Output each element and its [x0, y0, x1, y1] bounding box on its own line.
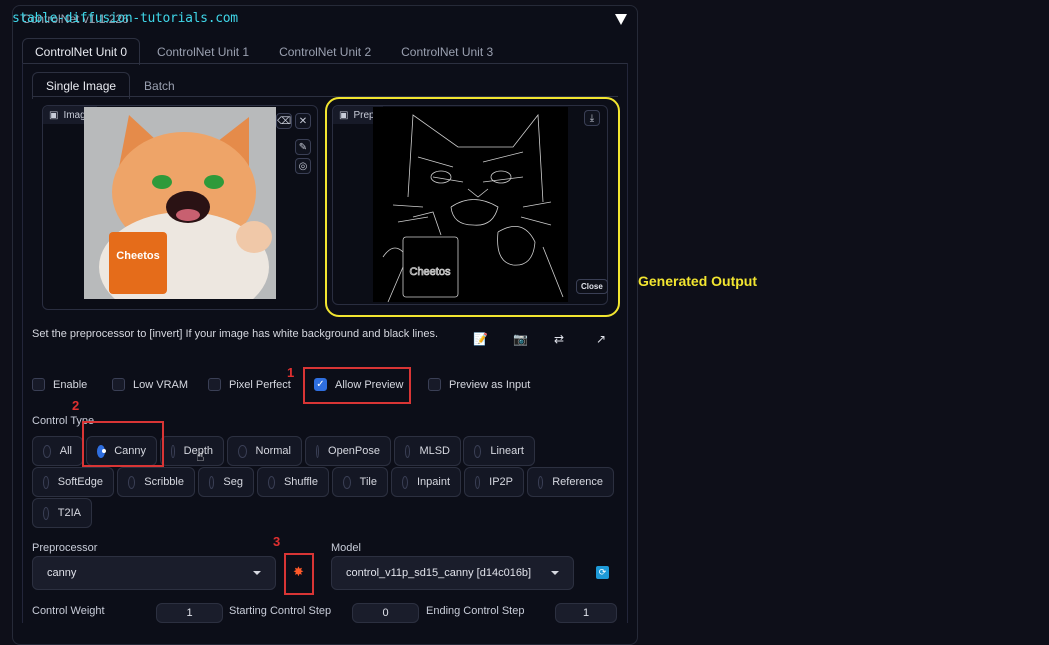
ending-step-input[interactable]: 1: [555, 603, 617, 623]
input-image-cat: Cheetos: [84, 107, 276, 299]
checkbox-box[interactable]: [32, 378, 45, 391]
control-weight-input[interactable]: 1: [156, 603, 223, 623]
radio-all[interactable]: All: [32, 436, 83, 466]
radio-inpaint[interactable]: Inpaint: [391, 467, 461, 497]
arrow-up-right-icon[interactable]: ↗: [596, 332, 606, 346]
watermark: stable-diffusion-tutorials.com: [12, 11, 238, 26]
tab-unit-1[interactable]: ControlNet Unit 1: [144, 38, 262, 65]
close-icon[interactable]: ✕: [295, 113, 311, 129]
eraser-icon[interactable]: ⌫: [276, 113, 292, 129]
chevron-down-icon: [551, 571, 559, 575]
model-label: Model: [331, 542, 361, 554]
annotation-step-3: 3: [273, 534, 281, 549]
collapse-triangle-icon[interactable]: [615, 14, 627, 25]
chevron-down-icon: [253, 571, 261, 575]
checkbox-box[interactable]: [112, 378, 125, 391]
ending-step-label: Ending Control Step: [426, 605, 525, 617]
radio-softedge[interactable]: SoftEdge: [32, 467, 114, 497]
model-dropdown[interactable]: control_v11p_sd15_canny [d14c016b]: [331, 556, 574, 590]
generated-output-annotation: Generated Output: [638, 273, 758, 289]
preview-as-input-checkbox[interactable]: Preview as Input: [428, 378, 530, 391]
radio-t2ia[interactable]: T2IA: [32, 498, 92, 528]
invert-hint: Set the preprocessor to [invert] If your…: [32, 328, 438, 340]
preprocessor-label: Preprocessor: [32, 542, 98, 554]
radio-tile[interactable]: Tile: [332, 467, 388, 497]
unit-tabs: ControlNet Unit 0 ControlNet Unit 1 Cont…: [22, 38, 510, 65]
image-tabs: Single Image Batch: [32, 72, 189, 99]
low-vram-checkbox[interactable]: Low VRAM: [112, 378, 188, 391]
checkbox-box[interactable]: [208, 378, 221, 391]
tab-unit-3[interactable]: ControlNet Unit 3: [388, 38, 506, 65]
tab-unit-2[interactable]: ControlNet Unit 2: [266, 38, 384, 65]
tab-batch[interactable]: Batch: [130, 72, 189, 99]
starting-step-label: Starting Control Step: [229, 605, 332, 617]
radio-lineart[interactable]: Lineart: [463, 436, 535, 466]
document-edit-icon[interactable]: 📝: [473, 332, 488, 346]
palette-icon[interactable]: ◎: [295, 158, 311, 174]
refresh-icon[interactable]: ⟳: [596, 566, 609, 579]
radio-depth[interactable]: Depth: [160, 436, 224, 466]
radio-reference[interactable]: Reference: [527, 467, 614, 497]
radio-ip2p[interactable]: IP2P: [464, 467, 524, 497]
radio-openpose[interactable]: OpenPose: [305, 436, 391, 466]
pixel-perfect-checkbox[interactable]: Pixel Perfect: [208, 378, 291, 391]
control-weight-label: Control Weight: [32, 605, 105, 617]
radio-scribble[interactable]: Scribble: [117, 467, 195, 497]
annotation-box-2: [82, 421, 164, 467]
annotation-step-1: 1: [287, 365, 295, 380]
annotation-box-1: [303, 367, 411, 404]
tab-single-image[interactable]: Single Image: [32, 72, 131, 99]
enable-checkbox[interactable]: Enable: [32, 378, 87, 391]
radio-shuffle[interactable]: Shuffle: [257, 467, 329, 497]
radio-seg[interactable]: Seg: [198, 467, 254, 497]
preprocessor-dropdown[interactable]: canny: [32, 556, 276, 590]
svg-text:Cheetos: Cheetos: [116, 250, 159, 262]
explosion-icon[interactable]: ✸: [293, 564, 304, 580]
generated-output-highlight: [325, 97, 620, 317]
radio-normal[interactable]: Normal: [227, 436, 302, 466]
mouse-cursor-icon: ☝: [196, 448, 205, 464]
annotation-step-2: 2: [72, 398, 80, 413]
swap-icon[interactable]: ⇄: [554, 332, 564, 346]
pen-icon[interactable]: ✎: [295, 139, 311, 155]
image-icon: ▣: [49, 109, 59, 121]
checkbox-box[interactable]: [428, 378, 441, 391]
radio-mlsd[interactable]: MLSD: [394, 436, 461, 466]
camera-icon[interactable]: 📷: [513, 332, 528, 346]
starting-step-input[interactable]: 0: [352, 603, 419, 623]
tab-unit-0[interactable]: ControlNet Unit 0: [22, 38, 141, 65]
